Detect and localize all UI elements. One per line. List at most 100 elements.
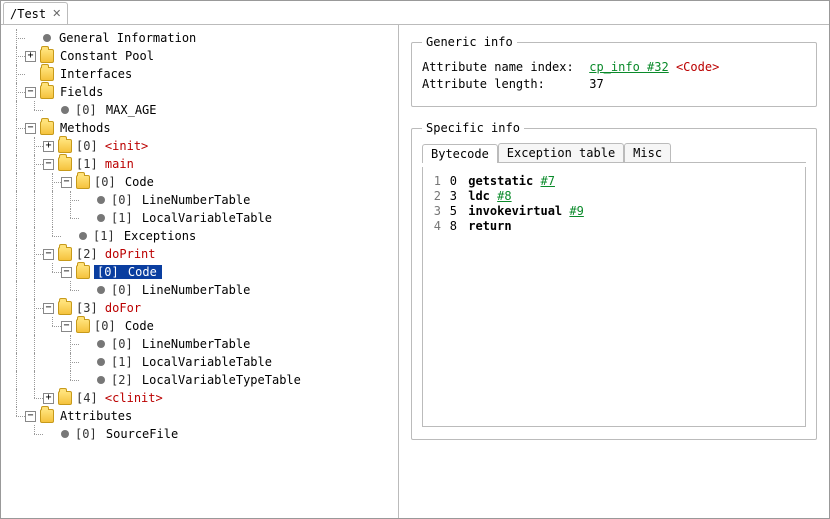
bytecode-list: 10 getstatic #7 23 ldc #8 35 invokevirtu… — [422, 167, 806, 427]
generic-info-group: Generic info Attribute name index: cp_in… — [411, 35, 817, 107]
tree-node-attr-0[interactable]: [0] SourceFile — [7, 425, 398, 443]
folder-icon — [40, 49, 54, 63]
gear-icon — [61, 106, 69, 114]
gear-icon — [97, 214, 105, 222]
cp-info-link[interactable]: cp_info #32 — [589, 60, 668, 74]
tree-node-m1-lnt[interactable]: [0] LineNumberTable — [7, 191, 398, 209]
attr-len-label: Attribute length: — [422, 77, 582, 91]
tree-node-method-1[interactable]: − [1] main — [7, 155, 398, 173]
tab-misc[interactable]: Misc — [624, 143, 671, 162]
close-icon[interactable]: ✕ — [52, 7, 61, 20]
tree-node-m3-lvt[interactable]: [1] LocalVariableTable — [7, 353, 398, 371]
attr-len-value: 37 — [589, 77, 603, 91]
tree-node-m2-lnt[interactable]: [0] LineNumberTable — [7, 281, 398, 299]
bytecode-row: 48 return — [429, 219, 799, 233]
expander-icon[interactable]: − — [25, 411, 36, 422]
tree-node-constant-pool[interactable]: + Constant Pool — [7, 47, 398, 65]
expander-icon[interactable]: − — [61, 177, 72, 188]
tree-node-m2-code[interactable]: − [0] Code — [7, 263, 398, 281]
folder-icon — [58, 391, 72, 405]
bytecode-row: 23 ldc #8 — [429, 189, 799, 203]
folder-icon — [76, 319, 90, 333]
bc-opcode: invokevirtual — [468, 204, 562, 218]
class-viewer-window: /Test ✕ General Information + Constant P… — [0, 0, 830, 519]
expander-icon[interactable]: + — [43, 141, 54, 152]
folder-icon — [76, 265, 90, 279]
expander-icon[interactable]: − — [61, 321, 72, 332]
tabbar: /Test ✕ — [1, 1, 829, 25]
folder-icon — [58, 301, 72, 315]
bytecode-row: 10 getstatic #7 — [429, 174, 799, 188]
gear-icon — [79, 232, 87, 240]
specific-info-group: Specific info Bytecode Exception table M… — [411, 121, 817, 440]
bc-cpref[interactable]: #7 — [541, 174, 555, 188]
tab-label: /Test — [10, 7, 46, 21]
tree-node-method-0[interactable]: + [0] <init> — [7, 137, 398, 155]
bc-offset: 0 — [445, 174, 457, 188]
expander-icon[interactable]: − — [43, 159, 54, 170]
expander-icon[interactable]: − — [43, 303, 54, 314]
bc-offset: 8 — [445, 219, 457, 233]
folder-icon — [58, 247, 72, 261]
folder-icon — [58, 139, 72, 153]
bc-offset: 5 — [445, 204, 457, 218]
gear-icon — [97, 196, 105, 204]
bc-opcode: getstatic — [468, 174, 533, 188]
detail-panel: Generic info Attribute name index: cp_in… — [399, 25, 829, 518]
expander-icon[interactable]: + — [43, 393, 54, 404]
tree-node-m3-lnt[interactable]: [0] LineNumberTable — [7, 335, 398, 353]
selected-node: [0] Code — [94, 265, 162, 279]
tree-node-method-4[interactable]: + [4] <clinit> — [7, 389, 398, 407]
tree-node-m3-lvtt[interactable]: [2] LocalVariableTypeTable — [7, 371, 398, 389]
content-split: General Information + Constant Pool Inte… — [1, 25, 829, 518]
tree-node-interfaces[interactable]: Interfaces — [7, 65, 398, 83]
gear-icon — [97, 286, 105, 294]
tree-node-fields[interactable]: − Fields — [7, 83, 398, 101]
gear-icon — [97, 358, 105, 366]
folder-icon — [40, 85, 54, 99]
tab-exception-table[interactable]: Exception table — [498, 143, 624, 162]
tree-node-m1-lvt[interactable]: [1] LocalVariableTable — [7, 209, 398, 227]
expander-icon[interactable]: + — [25, 51, 36, 62]
bc-opcode: return — [468, 219, 511, 233]
expander-icon[interactable]: − — [43, 249, 54, 260]
tree-node-m3-code[interactable]: − [0] Code — [7, 317, 398, 335]
tab-bytecode[interactable]: Bytecode — [422, 144, 498, 163]
tab-test[interactable]: /Test ✕ — [3, 2, 68, 24]
tree-node-method-2[interactable]: − [2] doPrint — [7, 245, 398, 263]
tree-node-m1-code[interactable]: − [0] Code — [7, 173, 398, 191]
tree-node-attributes[interactable]: − Attributes — [7, 407, 398, 425]
expander-icon[interactable]: − — [61, 267, 72, 278]
folder-icon — [40, 121, 54, 135]
bytecode-row: 35 invokevirtual #9 — [429, 204, 799, 218]
tree-node-m1-exc[interactable]: [1] Exceptions — [7, 227, 398, 245]
attr-name-row: Attribute name index: cp_info #32 <Code> — [422, 60, 806, 74]
inner-tabbar: Bytecode Exception table Misc — [422, 143, 806, 163]
attr-len-row: Attribute length: 37 — [422, 77, 806, 91]
tree-node-field-0[interactable]: [0] MAX_AGE — [7, 101, 398, 119]
cp-info-detail: <Code> — [676, 60, 719, 74]
folder-icon — [40, 409, 54, 423]
gear-icon — [61, 430, 69, 438]
folder-icon — [40, 67, 54, 81]
tree: General Information + Constant Pool Inte… — [1, 29, 398, 443]
tree-node-method-3[interactable]: − [3] doFor — [7, 299, 398, 317]
gear-icon — [43, 34, 51, 42]
bc-cpref[interactable]: #8 — [497, 189, 511, 203]
expander-icon[interactable]: − — [25, 87, 36, 98]
bc-cpref[interactable]: #9 — [569, 204, 583, 218]
generic-info-legend: Generic info — [422, 35, 517, 49]
bc-offset: 3 — [445, 189, 457, 203]
bc-linenum: 1 — [429, 174, 441, 188]
specific-info-legend: Specific info — [422, 121, 524, 135]
bc-linenum: 3 — [429, 204, 441, 218]
tree-panel: General Information + Constant Pool Inte… — [1, 25, 399, 518]
folder-icon — [58, 157, 72, 171]
bc-opcode: ldc — [468, 189, 490, 203]
tree-node-general-info[interactable]: General Information — [7, 29, 398, 47]
tree-node-methods[interactable]: − Methods — [7, 119, 398, 137]
bc-linenum: 4 — [429, 219, 441, 233]
expander-icon[interactable]: − — [25, 123, 36, 134]
gear-icon — [97, 376, 105, 384]
gear-icon — [97, 340, 105, 348]
